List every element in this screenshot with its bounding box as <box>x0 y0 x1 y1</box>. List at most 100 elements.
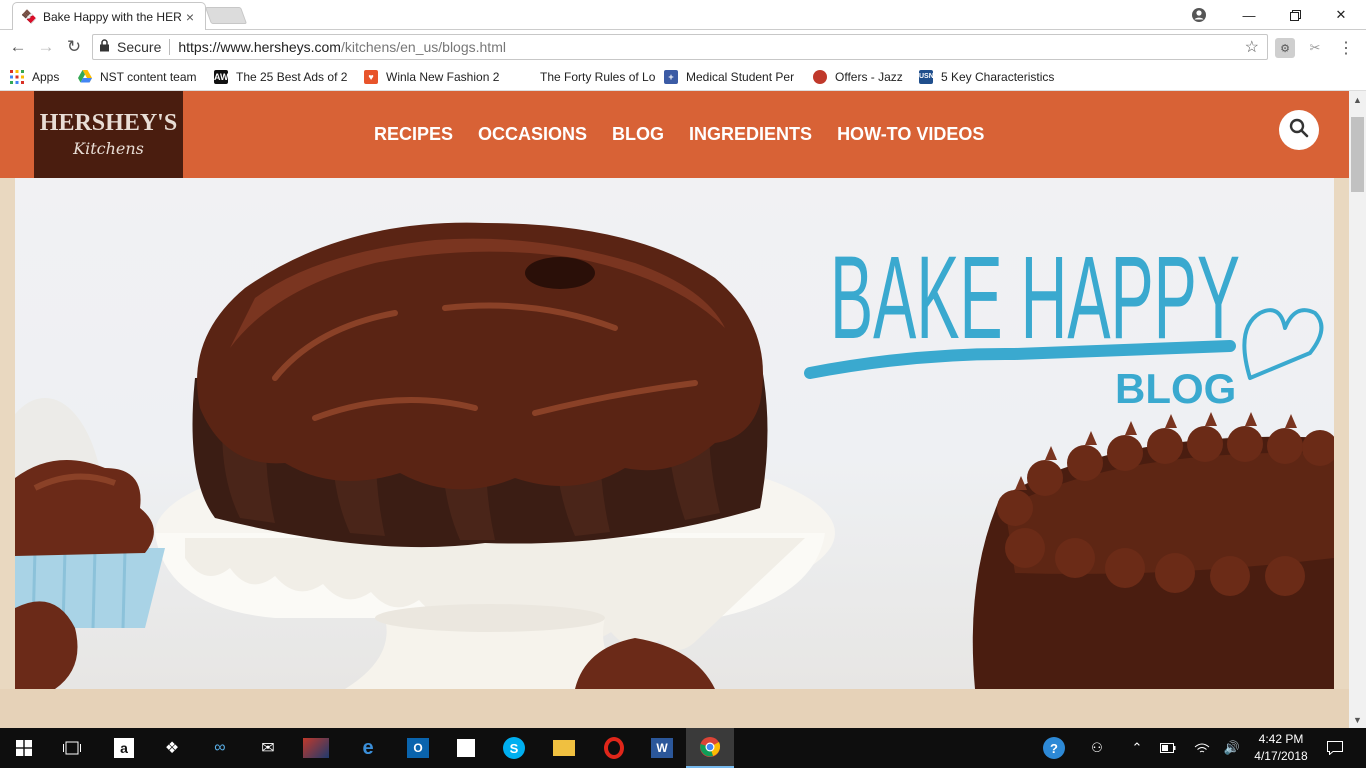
site-header: HERSHEY'S Kitchens RECIPES OCCASIONS BLO… <box>0 91 1349 178</box>
bookmark-label: NST content team <box>100 70 197 84</box>
tab-strip: 🍫 Bake Happy with the HER × — ✕ <box>0 0 1366 30</box>
profile-icon[interactable] <box>1188 4 1210 26</box>
address-separator <box>169 39 171 55</box>
opera-icon[interactable] <box>590 728 638 768</box>
bookmark-label: The Forty Rules of Lo <box>540 70 656 84</box>
bookmark-winla[interactable]: ♥ Winla New Fashion 2 <box>364 69 499 85</box>
web-page: HERSHEY'S Kitchens RECIPES OCCASIONS BLO… <box>0 91 1349 728</box>
bookmark-star-icon[interactable]: ☆ <box>1245 37 1259 57</box>
extension-pdf-icon[interactable]: ✂ <box>1305 38 1325 58</box>
media-app-icon[interactable] <box>292 728 340 768</box>
restore-button[interactable] <box>1272 0 1318 30</box>
scrollbar-thumb[interactable] <box>1351 117 1364 192</box>
back-button[interactable]: ← <box>6 35 30 59</box>
bookmark-forty-rules[interactable]: The Forty Rules of Lo <box>518 69 655 85</box>
bookmark-label: The 25 Best Ads of 2 <box>236 70 348 84</box>
nav-blog[interactable]: BLOG <box>612 124 664 145</box>
nav-how-to-videos[interactable]: HOW-TO VIDEOS <box>837 124 984 145</box>
logo-wordmark: HERSHEY'S <box>39 110 178 136</box>
url-text: https://www.hersheys.com/kitchens/en_us/… <box>178 39 506 55</box>
url-path: /kitchens/en_us/blogs.html <box>340 39 506 55</box>
show-hidden-icons-icon[interactable]: ⌃ <box>1126 728 1148 768</box>
new-tab-button[interactable] <box>204 7 248 24</box>
edge-browser-icon[interactable]: e <box>344 728 392 768</box>
bookmark-adweek[interactable]: AW The 25 Best Ads of 2 <box>214 69 347 85</box>
wood-background-strip <box>0 689 1349 728</box>
nav-occasions[interactable]: OCCASIONS <box>478 124 587 145</box>
reload-button[interactable]: ↻ <box>62 35 86 59</box>
apps-grid-icon <box>10 70 24 84</box>
lock-icon <box>99 39 117 55</box>
windows-taskbar: a ❖ ∞ ✉ e O S W ? ⚇ ⌃ 🔊 4:42 PM 4/17/201… <box>0 728 1366 768</box>
action-center-icon[interactable] <box>1320 728 1350 768</box>
battery-icon[interactable] <box>1156 728 1180 768</box>
bundt-cake <box>192 222 768 548</box>
chrome-menu-icon[interactable]: ⋮ <box>1336 38 1356 58</box>
extension-puzzle-icon[interactable]: ⚙ <box>1275 38 1295 58</box>
bake-happy-logo: BAKE HAPPY BLOG <box>804 232 1324 412</box>
bookmark-medical[interactable]: + Medical Student Per <box>664 69 794 85</box>
bookmark-nst[interactable]: NST content team <box>78 69 197 85</box>
url-host: https://www.hersheys.com <box>178 39 341 55</box>
clock-time: 4:42 PM <box>1258 732 1304 746</box>
adweek-icon: AW <box>214 70 229 84</box>
volume-icon[interactable]: 🔊 <box>1220 728 1244 768</box>
scroll-down-arrow-icon[interactable]: ▼ <box>1349 711 1366 728</box>
browser-window: 🍫 Bake Happy with the HER × — ✕ ← → ↻ Se… <box>0 0 1366 768</box>
infinity-app-icon[interactable]: ∞ <box>196 728 244 768</box>
google-drive-icon <box>78 70 92 84</box>
bookmarks-bar: Apps NST content team AW The 25 Best Ads… <box>0 63 1366 91</box>
bookmark-jazz[interactable]: Offers - Jazz <box>813 69 903 85</box>
nav-recipes[interactable]: RECIPES <box>374 124 453 145</box>
help-icon[interactable]: ? <box>1040 728 1068 768</box>
system-clock[interactable]: 4:42 PM 4/17/2018 <box>1248 731 1314 765</box>
bookmark-label: Winla New Fashion 2 <box>386 70 500 84</box>
minimize-button[interactable]: — <box>1226 0 1272 30</box>
browser-tab-active[interactable]: 🍫 Bake Happy with the HER × <box>12 2 206 30</box>
wifi-icon[interactable] <box>1190 728 1214 768</box>
heart-icon <box>1242 308 1324 380</box>
outlook-icon[interactable]: O <box>394 728 442 768</box>
bookmark-apps[interactable]: Apps <box>10 69 59 85</box>
hersheys-favicon-icon: 🍫 <box>21 8 38 24</box>
hero-image: BAKE HAPPY BLOG <box>15 222 1334 689</box>
site-search-button[interactable] <box>1279 110 1319 150</box>
hersheys-kitchens-logo[interactable]: HERSHEY'S Kitchens <box>34 91 183 178</box>
mail-icon[interactable]: ✉ <box>244 728 292 768</box>
secure-label: Secure <box>117 39 162 55</box>
word-icon[interactable]: W <box>638 728 686 768</box>
file-explorer-icon[interactable] <box>540 728 588 768</box>
search-icon <box>1289 118 1309 143</box>
page-scrollbar[interactable]: ▲ ▼ <box>1349 91 1366 728</box>
skype-icon[interactable]: S <box>490 728 538 768</box>
windows-start-icon[interactable] <box>0 728 48 768</box>
layer-cake <box>972 412 1334 689</box>
bookmark-label: Medical Student Per <box>686 70 795 84</box>
task-view-icon[interactable] <box>48 728 96 768</box>
dropbox-icon[interactable]: ❖ <box>148 728 196 768</box>
bookmark-label: Offers - Jazz <box>835 70 903 84</box>
bookmark-label: 5 Key Characteristics <box>941 70 1055 84</box>
sticky-notes-icon[interactable] <box>442 728 490 768</box>
blank-icon <box>518 70 532 84</box>
chrome-icon[interactable] <box>686 728 734 768</box>
browser-toolbar: ← → ↻ Secure https://www.hersheys.com/ki… <box>0 30 1366 63</box>
cupcake-left <box>15 460 165 689</box>
usn-icon: USN <box>919 70 934 84</box>
jazz-icon <box>813 70 827 84</box>
forward-button[interactable]: → <box>34 35 58 59</box>
medical-icon: + <box>664 70 678 84</box>
hero-banner: BAKE HAPPY BLOG <box>15 178 1334 689</box>
close-window-button[interactable]: ✕ <box>1318 0 1364 30</box>
people-icon[interactable]: ⚇ <box>1084 728 1110 768</box>
amazon-icon[interactable]: a <box>100 728 148 768</box>
logo-subtitle: Kitchens <box>73 139 144 158</box>
clock-date: 4/17/2018 <box>1254 749 1308 763</box>
address-bar[interactable]: Secure https://www.hersheys.com/kitchens… <box>92 34 1268 60</box>
tab-title: Bake Happy with the HER <box>43 9 182 24</box>
nav-ingredients[interactable]: INGREDIENTS <box>689 124 812 145</box>
bookmark-usn[interactable]: USN 5 Key Characteristics <box>919 69 1054 85</box>
scroll-up-arrow-icon[interactable]: ▲ <box>1349 91 1366 108</box>
close-tab-icon[interactable]: × <box>183 9 197 25</box>
bookmark-label: Apps <box>32 70 60 84</box>
